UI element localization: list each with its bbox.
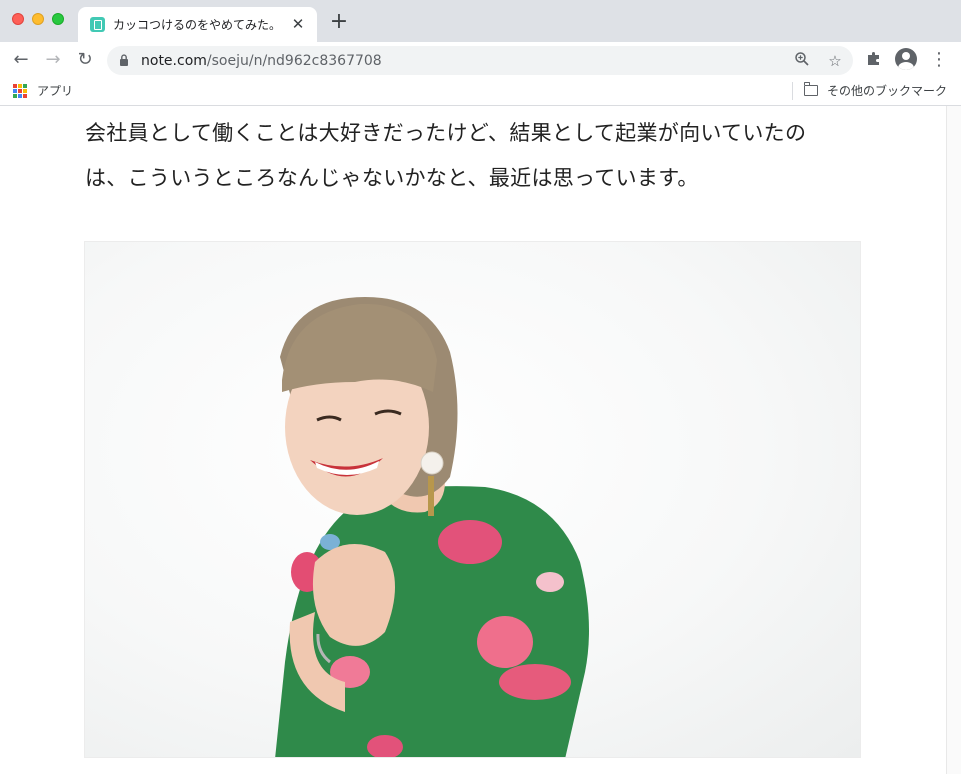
- apps-grid-dot: [13, 94, 17, 98]
- reload-button[interactable]: ↻: [72, 47, 98, 73]
- url-host: note.com: [141, 53, 207, 69]
- article-paragraph: 会社員として働くことは大好きだったけど、結果として起業が向いていたの は、こうい…: [85, 111, 865, 201]
- extensions-puzzle-icon[interactable]: [864, 51, 884, 71]
- other-bookmarks-label[interactable]: その他のブックマーク: [827, 83, 947, 99]
- bookmarks-bar: アプリ その他のブックマーク: [0, 77, 961, 106]
- apps-grid-dot: [18, 94, 22, 98]
- apps-grid-icon[interactable]: [13, 84, 27, 98]
- lock-icon: [120, 54, 128, 66]
- back-button[interactable]: ←: [8, 47, 34, 73]
- window-maximize-button[interactable]: [52, 13, 64, 25]
- address-bar[interactable]: note.com/soeju/n/nd962c8367708 ☆: [107, 46, 853, 75]
- url-text[interactable]: note.com/soeju/n/nd962c8367708: [141, 51, 382, 71]
- window-minimize-button[interactable]: [32, 13, 44, 25]
- tab-title: カッコつけるのをやめてみた。: [113, 18, 278, 32]
- article-photo: [84, 241, 861, 758]
- browser-menu-icon[interactable]: ⋮: [929, 47, 949, 73]
- apps-grid-dot: [13, 84, 17, 88]
- window-close-button[interactable]: [12, 13, 24, 25]
- apps-grid-dot: [23, 84, 27, 88]
- folder-icon[interactable]: [803, 82, 818, 96]
- profile-avatar-icon[interactable]: [895, 48, 917, 70]
- bookmark-star-icon[interactable]: ☆: [825, 51, 845, 71]
- browser-toolbar: ← → ↻ note.com/soeju/n/nd962c8367708 ☆ ⋮: [0, 42, 961, 77]
- article-line-2: は、こういうところなんじゃないかなと、最近は思っています。: [85, 166, 699, 190]
- apps-grid-dot: [18, 84, 22, 88]
- zoom-glyph-icon: [795, 52, 809, 66]
- title-bar: カッコつけるのをやめてみた。 ✕ +: [0, 0, 961, 42]
- page-content: 会社員として働くことは大好きだったけど、結果として起業が向いていたの は、こうい…: [0, 106, 946, 774]
- apps-bookmark-label[interactable]: アプリ: [37, 83, 73, 99]
- forward-button[interactable]: →: [40, 47, 66, 73]
- apps-grid-dot: [23, 89, 27, 93]
- new-tab-button[interactable]: +: [328, 11, 350, 33]
- tab-close-icon[interactable]: ✕: [289, 15, 307, 33]
- apps-grid-dot: [13, 89, 17, 93]
- portrait-illustration: [275, 297, 589, 757]
- browser-tab[interactable]: カッコつけるのをやめてみた。 ✕: [78, 7, 317, 42]
- page-scrollbar[interactable]: [946, 106, 961, 774]
- note-favicon-icon: [90, 17, 105, 32]
- article-line-1: 会社員として働くことは大好きだったけど、結果として起業が向いていたの: [85, 121, 807, 145]
- apps-grid-dot: [23, 94, 27, 98]
- apps-grid-dot: [18, 89, 22, 93]
- zoom-icon[interactable]: [792, 51, 812, 71]
- puzzle-glyph-icon: [868, 52, 879, 65]
- bookmark-divider: [792, 82, 793, 100]
- url-path: /soeju/n/nd962c8367708: [206, 53, 382, 69]
